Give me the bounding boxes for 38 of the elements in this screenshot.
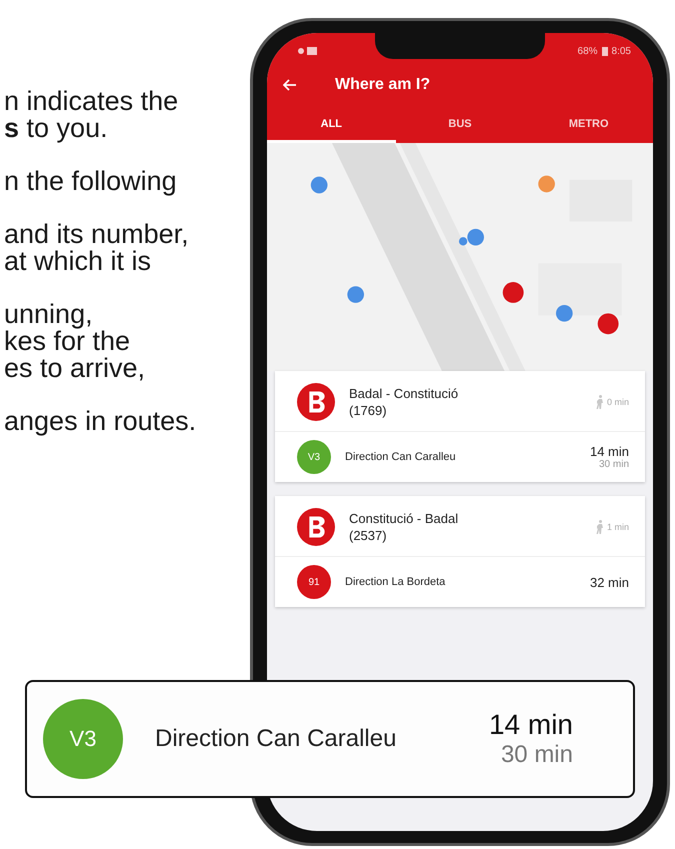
next-arrival: 32 min [590,574,629,590]
route-direction: Direction Can Caralleu [345,451,457,463]
bus-stop-icon [297,383,335,421]
back-arrow-icon[interactable] [283,79,297,91]
bus-stop-icon [297,508,335,546]
tab[interactable]: BUS [396,107,524,143]
body-text-line: unning, [4,301,94,328]
walk-time: 1 min [606,522,629,532]
stop-name: Constitució - Badal (2537) [349,510,460,544]
line-badge: V3 [297,440,331,474]
following-arrival: 30 min [500,741,573,769]
route-direction: Direction Can Caralleu [155,725,398,753]
walk-time: 0 min [606,397,629,407]
body-text-line: anges in routes. [4,408,198,435]
line-badge: V3 [43,699,123,779]
walking-icon [596,520,604,534]
stop-name: Badal - Constitució (1769) [349,385,460,419]
route-direction: Direction La Bordeta [345,576,446,588]
body-text-line: n indicates the [4,88,180,115]
battery-icon [602,46,608,56]
screen-title: Where am I? [335,76,430,94]
body-text-line: s to you. [4,115,109,142]
stop-card[interactable]: Constitució - Badal (2537) 1 min 91 Direction La Bordeta 32 min [275,496,645,607]
body-text-line: and its number, [4,221,190,248]
battery-percent: 68% [578,46,598,56]
tab[interactable]: METRO [524,107,653,143]
body-text-line: kes for the [4,328,132,355]
next-arrival: 14 min [488,709,573,741]
walking-icon [596,395,604,409]
stop-card[interactable]: Badal - Constitució (1769) 0 min V3 Direction Can Caralleu 14 min 30 min [275,371,645,482]
status-time: 8:05 [612,46,631,56]
body-text-line: es to arrive, [4,355,146,382]
following-arrival: 30 min [598,459,629,470]
line-badge: 91 [297,565,331,599]
body-text-line: n the following [4,168,178,195]
status-icons [297,46,319,56]
next-arrival: 14 min [590,444,629,459]
body-text-line: at which it is [4,248,152,275]
